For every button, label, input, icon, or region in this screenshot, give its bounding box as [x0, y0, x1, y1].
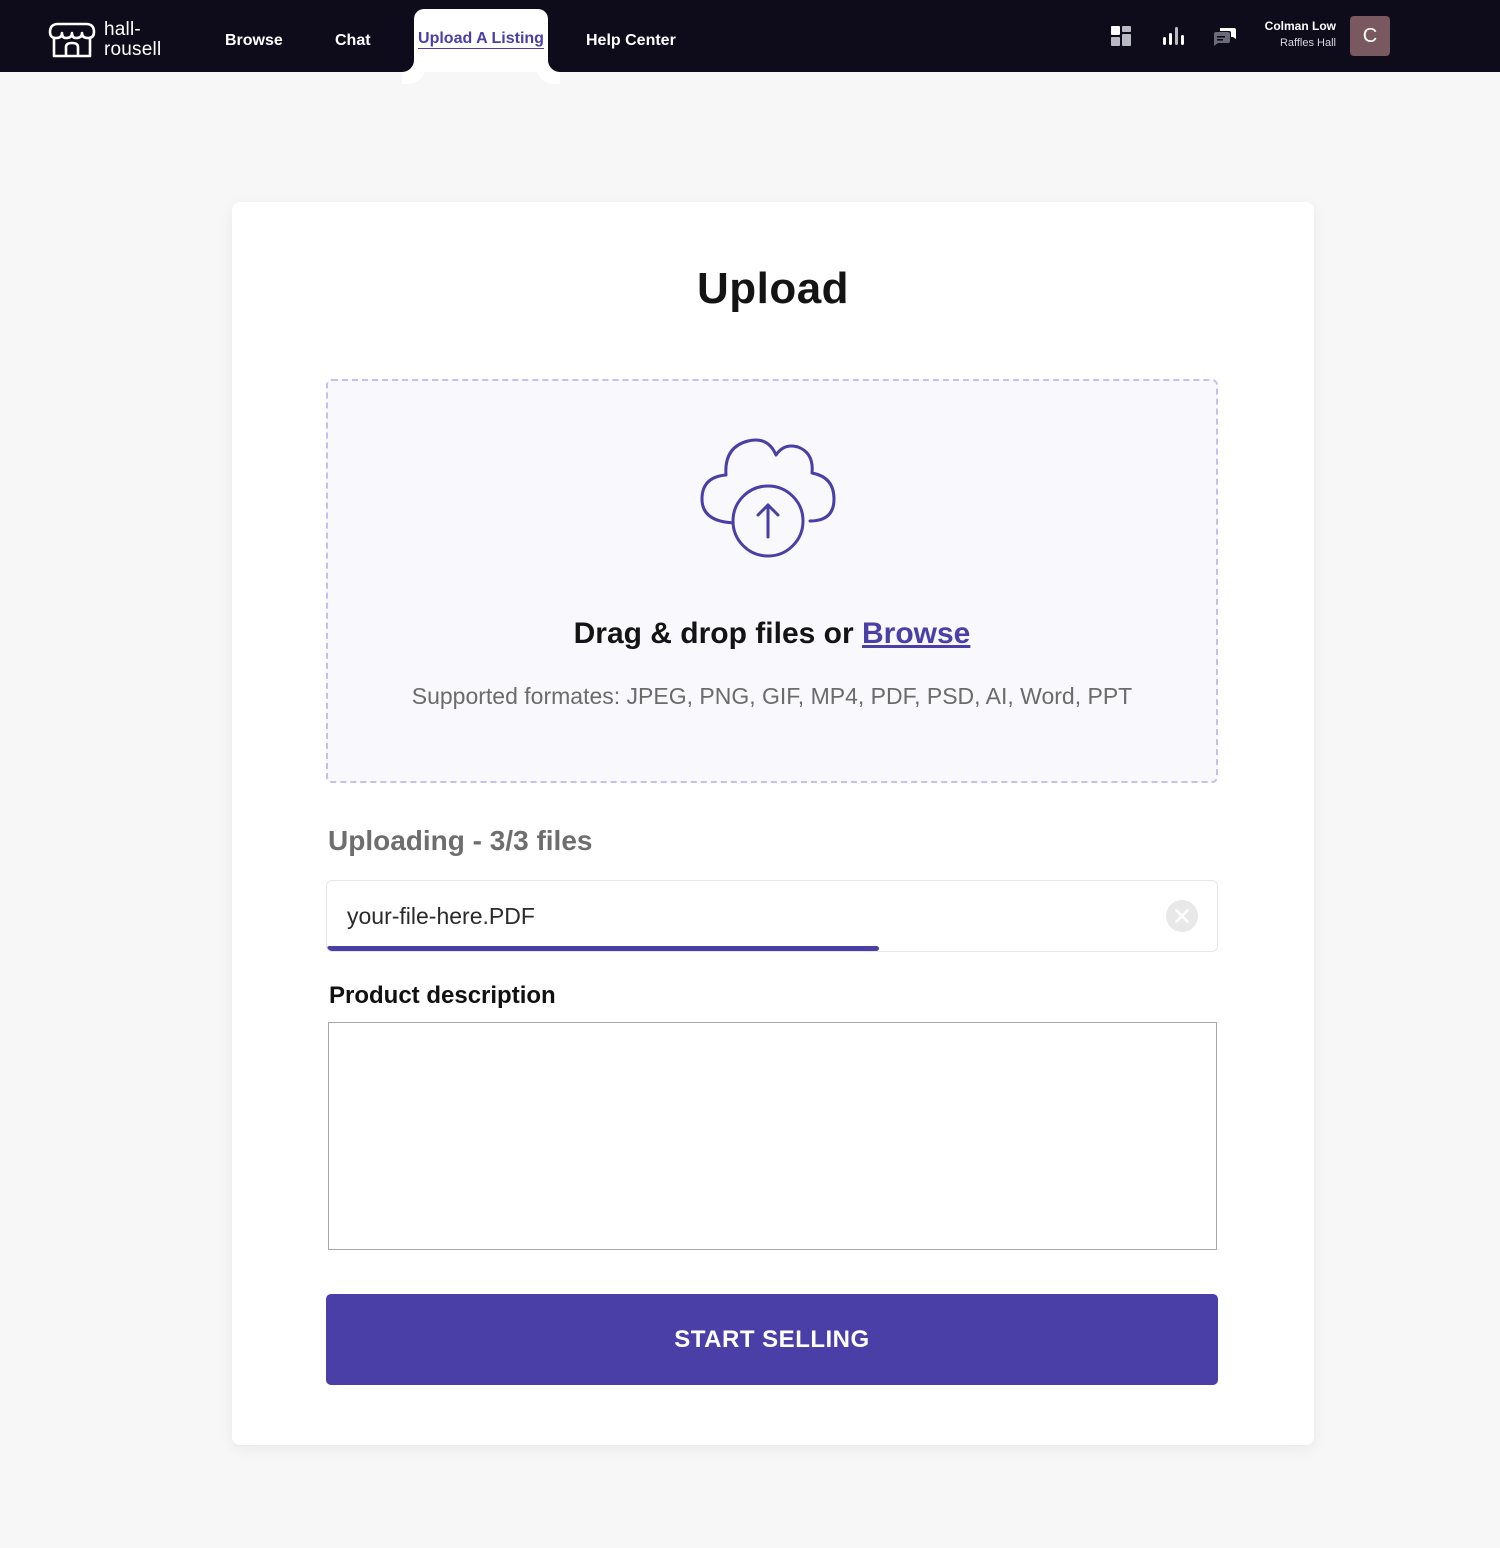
storefront-icon [48, 22, 96, 58]
user-hall: Raffles Hall [1279, 37, 1336, 49]
file-dropzone[interactable]: Drag & drop files or Browse Supported fo… [326, 379, 1218, 783]
user-name: Colman Low [1264, 19, 1336, 33]
upload-progress-bar [327, 946, 1217, 951]
file-name: your-file-here.PDF [347, 903, 535, 929]
browse-link[interactable]: Browse [862, 617, 970, 650]
nav-upload-listing[interactable]: Upload A Listing [414, 9, 548, 72]
upload-progress-fill [327, 946, 879, 951]
brand-name: hall- rousell [104, 20, 161, 60]
stats-icon[interactable] [1161, 24, 1185, 48]
cloud-upload-icon [700, 438, 836, 558]
brand-logo[interactable]: hall- rousell [46, 20, 161, 60]
nav-chat[interactable]: Chat [335, 0, 371, 72]
upload-status: Uploading - 3/3 files [328, 825, 593, 856]
page-title: Upload [696, 264, 850, 313]
dashboard-icon[interactable] [1109, 24, 1133, 48]
start-selling-button[interactable]: START SELLING [326, 1294, 1218, 1385]
messages-icon[interactable] [1213, 24, 1237, 48]
uploaded-file-row: your-file-here.PDF [326, 880, 1218, 952]
brand-name-line2: rousell [104, 39, 162, 60]
product-description-input[interactable] [328, 1022, 1217, 1250]
top-navbar: hall- rousell Browse Chat Upload A Listi… [0, 0, 1500, 72]
product-description-label: Product description [329, 982, 556, 1009]
nav-upload-listing-label: Upload A Listing [418, 30, 544, 49]
user-info[interactable]: Colman Low Raffles Hall [1240, 18, 1336, 52]
upload-card: Upload Drag & drop files or Browse Suppo… [232, 202, 1314, 1445]
nav-browse[interactable]: Browse [225, 0, 283, 72]
close-icon[interactable] [1166, 900, 1198, 932]
brand-name-line1: hall- [104, 19, 141, 40]
supported-formats: Supported formates: JPEG, PNG, GIF, MP4,… [411, 683, 1133, 709]
nav-help-center[interactable]: Help Center [586, 0, 676, 72]
dropzone-prefix: Drag & drop files or [573, 617, 862, 650]
avatar[interactable]: C [1350, 16, 1390, 56]
dropzone-instructions: Drag & drop files or Browse [328, 617, 1216, 651]
